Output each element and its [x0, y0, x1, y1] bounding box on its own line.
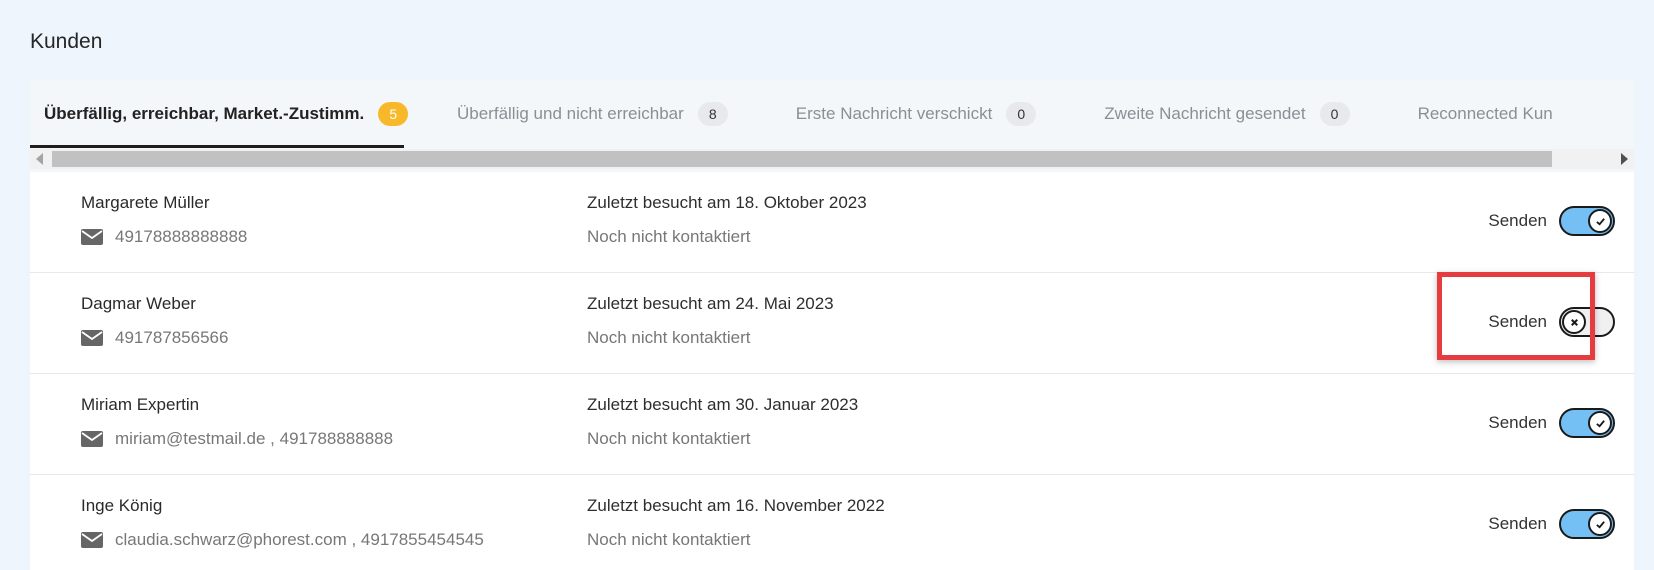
last-visit-text: Zuletzt besucht am 24. Mai 2023	[587, 294, 834, 313]
send-control: Senden	[1488, 307, 1615, 337]
tab-label: Reconnected Kun	[1417, 104, 1553, 123]
contact-status-text: Noch nicht kontaktiert	[587, 429, 751, 448]
send-control: Senden	[1488, 206, 1615, 236]
tab-first-message-sent[interactable]: Erste Nachricht verschickt 0	[728, 80, 1037, 148]
customer-list: Margarete Müller 49178888888888 Zuletzt …	[30, 172, 1634, 570]
tab-reconnected-customers[interactable]: Reconnected Kun	[1350, 80, 1553, 148]
contact-text: 49178888888888	[115, 227, 248, 246]
tab-label: Erste Nachricht verschickt	[795, 104, 993, 123]
customer-name: Dagmar Weber	[81, 294, 196, 313]
page-title: Kunden	[30, 30, 103, 53]
send-toggle[interactable]	[1559, 509, 1615, 539]
tab-count-badge: 0	[1006, 102, 1037, 126]
tab-overdue-reachable[interactable]: Überfällig, erreichbar, Market.-Zustimm.…	[30, 80, 409, 148]
check-icon	[1588, 209, 1612, 233]
tab-count-badge: 0	[1319, 102, 1350, 126]
contact-text: 491787856566	[115, 328, 229, 347]
tab-bar: Überfällig, erreichbar, Market.-Zustimm.…	[30, 80, 1634, 172]
customer-name: Inge König	[81, 496, 163, 515]
contact-status-text: Noch nicht kontaktiert	[587, 530, 751, 549]
envelope-icon	[81, 330, 103, 346]
customer-name: Margarete Müller	[81, 193, 210, 212]
customer-row: Margarete Müller 49178888888888 Zuletzt …	[30, 172, 1634, 273]
tabs-horizontal-scrollbar[interactable]	[30, 149, 1634, 169]
customer-contact: 491787856566	[81, 328, 228, 348]
tab-second-message-sent[interactable]: Zweite Nachricht gesendet 0	[1036, 80, 1350, 148]
send-toggle[interactable]	[1559, 307, 1615, 337]
send-label: Senden	[1488, 211, 1547, 230]
customer-row: Miriam Expertin miriam@testmail.de , 491…	[30, 374, 1634, 475]
customer-contact: claudia.schwarz@phorest.com , 4917855454…	[81, 530, 484, 550]
customer-contact: miriam@testmail.de , 491788888888	[81, 429, 393, 449]
contact-status-text: Noch nicht kontaktiert	[587, 227, 751, 246]
contact-text: claudia.schwarz@phorest.com , 4917855454…	[115, 530, 484, 549]
last-visit-text: Zuletzt besucht am 16. November 2022	[587, 496, 885, 515]
check-icon	[1588, 411, 1612, 435]
tab-count-badge: 8	[697, 102, 728, 126]
contact-text: miriam@testmail.de , 491788888888	[115, 429, 394, 448]
tab-overdue-unreachable[interactable]: Überfällig und nicht erreichbar 8	[404, 80, 728, 148]
send-label: Senden	[1488, 413, 1547, 432]
customer-row: Inge König claudia.schwarz@phorest.com ,…	[30, 475, 1634, 570]
tab-label: Überfällig und nicht erreichbar	[457, 104, 684, 123]
send-label: Senden	[1488, 514, 1547, 533]
envelope-icon	[81, 431, 103, 447]
customer-row: Dagmar Weber 491787856566 Zuletzt besuch…	[30, 273, 1634, 374]
scroll-right-arrow-icon[interactable]	[1621, 153, 1628, 165]
check-icon	[1588, 512, 1612, 536]
tab-label: Überfällig, erreichbar, Market.-Zustimm.	[44, 104, 365, 123]
x-icon	[1562, 310, 1586, 334]
last-visit-text: Zuletzt besucht am 18. Oktober 2023	[587, 193, 867, 212]
scrollbar-thumb[interactable]	[52, 151, 1552, 167]
last-visit-text: Zuletzt besucht am 30. Januar 2023	[587, 395, 859, 414]
scroll-left-arrow-icon[interactable]	[36, 153, 43, 165]
send-toggle[interactable]	[1559, 206, 1615, 236]
envelope-icon	[81, 229, 103, 245]
send-control: Senden	[1488, 408, 1615, 438]
tab-label: Zweite Nachricht gesendet	[1104, 104, 1306, 123]
envelope-icon	[81, 532, 103, 548]
send-label: Senden	[1488, 312, 1547, 331]
send-control: Senden	[1488, 509, 1615, 539]
customer-contact: 49178888888888	[81, 227, 247, 247]
customer-name: Miriam Expertin	[81, 395, 200, 414]
send-toggle[interactable]	[1559, 408, 1615, 438]
contact-status-text: Noch nicht kontaktiert	[587, 328, 751, 347]
